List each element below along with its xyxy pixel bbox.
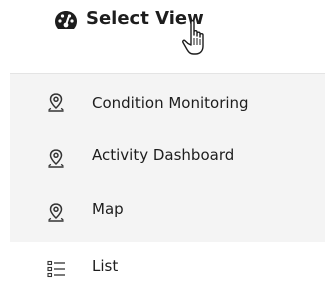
menu-item-condition-monitoring[interactable]: Condition Monitoring (10, 74, 325, 128)
location-pin-icon (48, 203, 64, 222)
hand-pointer-cursor-icon (182, 20, 204, 55)
menu-item-label: Map (92, 200, 124, 218)
menu-item-list[interactable]: List (10, 242, 325, 296)
dashboard-gauge-icon (55, 11, 77, 29)
menu-item-map[interactable]: Map (10, 184, 325, 238)
list-icon (47, 260, 65, 278)
menu-item-label: Condition Monitoring (92, 94, 249, 112)
menu-item-label: Activity Dashboard (92, 146, 235, 164)
menu-item-label: List (92, 257, 119, 275)
menu-item-activity-dashboard[interactable]: Activity Dashboard (10, 130, 325, 184)
location-pin-icon (48, 149, 64, 168)
location-pin-icon (48, 93, 64, 112)
select-view-header[interactable]: Select View (0, 0, 327, 60)
select-view-panel: Select View Condition Monitoring Activit… (0, 0, 327, 297)
view-menu: Condition Monitoring Activity Dashboard … (10, 73, 325, 296)
